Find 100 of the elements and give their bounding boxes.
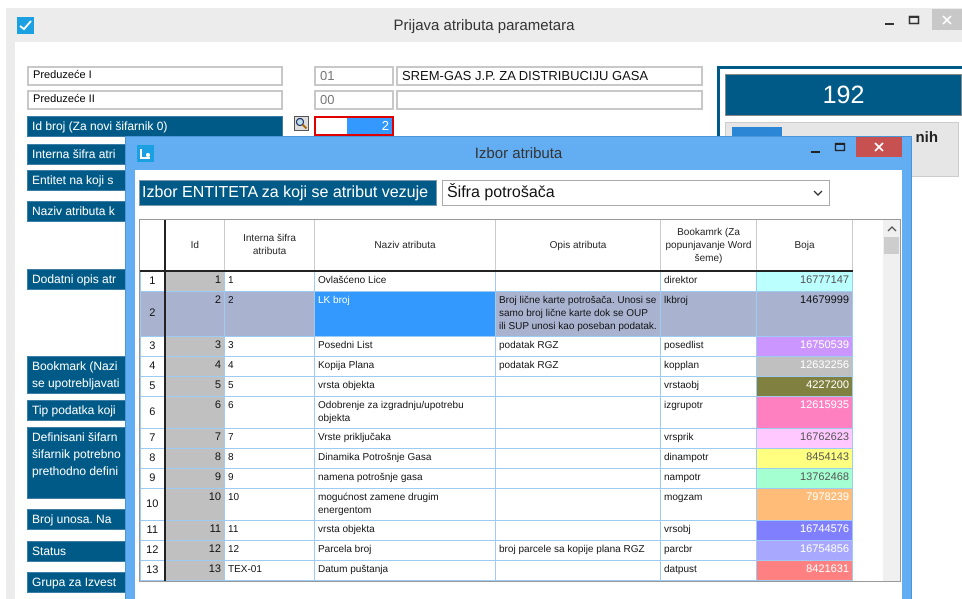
counter-display: 192 (725, 74, 962, 116)
table-cell: Odobrenje za izgradnju/upotrebu objekta (314, 396, 496, 428)
row-number: 3 (140, 336, 164, 356)
table-cell: 5 (164, 376, 224, 396)
scroll-thumb[interactable] (884, 237, 899, 254)
table-cell: 13 (164, 560, 224, 580)
row-number: 11 (140, 520, 164, 540)
company-field[interactable]: SREM-GAS J.P. ZA DISTRIBUCIJU GASA (396, 66, 703, 86)
column-header[interactable]: Interna šifra atributa (224, 220, 314, 271)
table-cell: 11 (224, 520, 314, 540)
company-field[interactable] (396, 90, 703, 110)
table-cell: 7 (164, 428, 224, 448)
table-cell: 11 (164, 520, 224, 540)
maximize-icon[interactable] (834, 141, 846, 153)
table-cell: LK broj (314, 292, 496, 336)
table-cell: vrsta objekta (314, 376, 496, 396)
table-cell: broj parcele sa kopije plana RGZ (496, 540, 660, 560)
color-cell: 16762623 (756, 428, 852, 448)
table-cell: 2 (224, 292, 314, 336)
table-cell: Vrste priključaka (314, 428, 496, 448)
table-cell: mogućnost zamene drugim energentom (314, 488, 496, 520)
table-cell: Datum puštanja (314, 560, 496, 580)
table-cell: 4 (164, 356, 224, 376)
text-field[interactable]: Preduzeće I (27, 66, 283, 86)
entity-dropdown[interactable]: Šifra potrošača (442, 180, 830, 206)
table-cell: dinampotr (660, 448, 756, 468)
table-cell: 2 (164, 292, 224, 336)
entity-label: Izbor ENTITETA za koji se atribut vezuje (139, 180, 437, 206)
table-cell: vrsobj (660, 520, 756, 540)
table-cell: 10 (224, 488, 314, 520)
table-cell: TEX-01 (224, 560, 314, 580)
table-cell: 7 (224, 428, 314, 448)
table-cell: Broj lične karte potrošača. Unosi se samo broj lične karte dok se OUP ili SUP unosi kao poseban podatak. (496, 292, 660, 336)
row-number: 1 (140, 271, 164, 292)
table-cell: 4 (224, 356, 314, 376)
table-cell: namena potrošnje gasa (314, 468, 496, 488)
table-cell: Dinamika Potrošnje Gasa (314, 448, 496, 468)
table-cell: Kopija Plana (314, 356, 496, 376)
close-icon (942, 14, 952, 24)
table-cell: datpust (660, 560, 756, 580)
table-cell: 8 (224, 448, 314, 468)
table-cell: 9 (164, 468, 224, 488)
table-cell: 9 (224, 468, 314, 488)
row-number: 10 (140, 488, 164, 520)
table-cell: vrsprik (660, 428, 756, 448)
maximize-icon[interactable] (908, 14, 920, 26)
color-cell: 16744576 (756, 520, 852, 540)
color-cell: 12632256 (756, 356, 852, 376)
column-header[interactable]: Opis atributa (496, 220, 660, 271)
field-label: Id broj (Za novi šifarnik 0) (27, 116, 283, 136)
close-button[interactable] (856, 137, 902, 157)
scroll-up-icon[interactable] (886, 226, 896, 232)
table-cell: posedlist (660, 336, 756, 356)
row-number: 9 (140, 468, 164, 488)
search-icon[interactable] (294, 116, 309, 131)
code-field[interactable]: 00 (314, 90, 394, 110)
color-cell: 16750539 (756, 336, 852, 356)
checkmark-icon (17, 16, 34, 34)
row-number: 5 (140, 376, 164, 396)
row-number: 8 (140, 448, 164, 468)
window-title: Prijava atributa parametara (394, 16, 574, 34)
row-number: 13 (140, 560, 164, 580)
row-number: 7 (140, 428, 164, 448)
table-cell: 10 (164, 488, 224, 520)
chevron-icon (813, 190, 823, 196)
column-header[interactable]: Naziv atributa (314, 220, 496, 271)
row-number: 4 (140, 356, 164, 376)
table-cell: lkbroj (660, 292, 756, 336)
table-cell: 3 (224, 336, 314, 356)
color-cell: 8421631 (756, 560, 852, 580)
close-icon (874, 142, 884, 152)
table-cell: 1 (164, 271, 224, 292)
row-number: 2 (140, 292, 164, 336)
row-number: 6 (140, 396, 164, 428)
color-cell: 12615935 (756, 396, 852, 428)
table-cell: podatak RGZ (496, 336, 660, 356)
table-cell: vrsta objekta (314, 520, 496, 540)
color-cell: 7978239 (756, 488, 852, 520)
color-cell: 13762468 (756, 468, 852, 488)
table-cell: 12 (224, 540, 314, 560)
table-cell: 6 (224, 396, 314, 428)
table-cell: kopplan (660, 356, 756, 376)
color-cell: 14679999 (756, 292, 852, 336)
text-field[interactable]: Preduzeće II (27, 90, 283, 110)
color-cell: 4227200 (756, 376, 852, 396)
code-field[interactable]: 01 (314, 66, 394, 86)
table-cell: vrstaobj (660, 376, 756, 396)
color-cell: 16777147 (756, 271, 852, 292)
table-cell: podatak RGZ (496, 356, 660, 376)
dialog-title: Izbor atributa (474, 145, 562, 162)
table-cell: 8 (164, 448, 224, 468)
table-cell: 6 (164, 396, 224, 428)
scrollbar[interactable] (883, 220, 900, 581)
color-cell: 8454143 (756, 448, 852, 468)
table-cell: Parcela broj (314, 540, 496, 560)
table-cell: 12 (164, 540, 224, 560)
color-cell: 16754856 (756, 540, 852, 560)
window-icon (137, 145, 154, 162)
column-header[interactable]: Bookamrk (Za popunjavanje Word šeme) (660, 220, 756, 271)
table-cell: nampotr (660, 468, 756, 488)
